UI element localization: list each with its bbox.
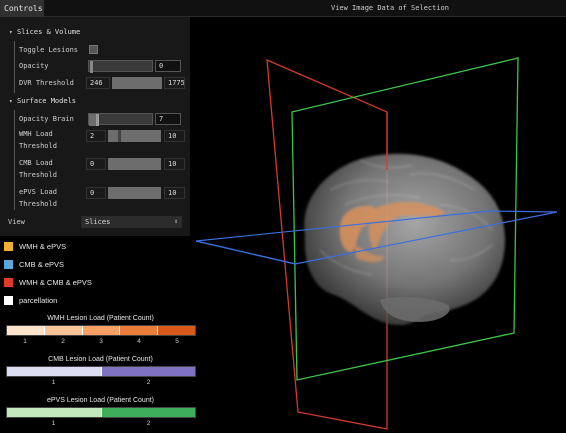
view-select-value: Slices [85, 218, 111, 226]
colorbar-segment [158, 326, 195, 335]
colorbar-segment [7, 367, 102, 376]
colorbar [6, 325, 196, 336]
colorbar-ticks: 1 2 3 4 5 [6, 338, 196, 346]
legend-label: parcellation [19, 296, 58, 305]
colorbar-segment [7, 408, 102, 417]
section-title: Slices & Volume [17, 28, 81, 36]
axial-plane-edge [195, 240, 297, 265]
view-image-data-button[interactable]: View Image Data of Selection [300, 0, 480, 17]
opacity-brain-value[interactable]: 7 [155, 113, 181, 125]
view-select[interactable]: Slices ⇕ [81, 216, 182, 228]
controls-tab[interactable]: Controls [0, 0, 44, 17]
colorbar-tick-label: 3 [99, 338, 103, 345]
collapse-triangle-icon[interactable]: ▾ [9, 98, 17, 105]
epvs-load-slider[interactable] [108, 187, 161, 199]
wmh-load-slider[interactable] [108, 130, 161, 142]
epvs-load-label: ePVS Load [19, 188, 57, 196]
dvr-threshold-min[interactable]: 246 [86, 77, 110, 89]
colorbar-tick-label: 4 [137, 338, 141, 345]
top-bar: Controls View Image Data of Selection [0, 0, 566, 17]
colorbar-tick-label: 1 [23, 338, 27, 345]
section-title: Surface Models [17, 97, 77, 105]
section-indent-line [14, 110, 15, 210]
brain-surface[interactable] [304, 153, 505, 326]
epvs-load-label-threshold: Threshold [19, 200, 57, 208]
legend-label: CMB & ePVS [19, 260, 65, 269]
view-label: View [8, 218, 25, 226]
cmb-load-min[interactable]: 0 [86, 158, 106, 170]
opacity-value[interactable]: 0 [155, 60, 181, 72]
cmb-load-label-threshold: Threshold [19, 171, 57, 179]
colorbar-tick-label: 2 [61, 338, 65, 345]
colorbar-segment [101, 367, 195, 376]
colorbar-title: WMH Lesion Load (Patient Count) [47, 315, 154, 322]
colorbar-ticks: 12 [6, 420, 196, 428]
opacity-brain-slider-handle[interactable] [96, 114, 99, 126]
legend-label: WMH & CMB & ePVS [19, 278, 92, 287]
legend-label: WMH & ePVS [19, 242, 67, 251]
toggle-lesions-label: Toggle Lesions [19, 46, 79, 54]
wmh-load-label-threshold: Threshold [19, 142, 57, 150]
controls-panel: ▾ Slices & Volume Toggle Lesions Opacity … [0, 17, 190, 236]
epvs-load-fill [108, 187, 161, 199]
colorbar-segment [82, 326, 121, 335]
legend-swatch [4, 242, 13, 251]
wmh-load-fill [108, 130, 161, 142]
colorbar-tick-label: 5 [175, 338, 179, 345]
dvr-threshold-label: DVR Threshold [19, 79, 74, 87]
toggle-lesions-checkbox[interactable] [89, 45, 98, 54]
dvr-threshold-fill [112, 77, 162, 89]
section-indent-line [14, 41, 15, 93]
section-surface-models[interactable]: ▾ Surface Models [9, 97, 76, 105]
colorbar [6, 366, 196, 377]
cmb-load-slider[interactable] [108, 158, 161, 170]
collapse-triangle-icon[interactable]: ▾ [9, 29, 17, 36]
colorbar-tick-label: 1 [51, 379, 56, 386]
cmb-load-label: CMB Load [19, 159, 53, 167]
wmh-load-max[interactable]: 10 [164, 130, 185, 142]
colorbar-tick-label: 1 [51, 420, 56, 427]
colorbar [6, 407, 196, 418]
opacity-slider-handle[interactable] [90, 61, 93, 73]
wmh-load-handle[interactable] [118, 130, 121, 142]
legend-swatch [4, 260, 13, 269]
legend-swatch [4, 296, 13, 305]
section-slices-volume[interactable]: ▾ Slices & Volume [9, 28, 80, 36]
epvs-load-max[interactable]: 10 [164, 187, 185, 199]
opacity-slider[interactable] [88, 60, 153, 73]
cmb-load-max[interactable]: 10 [164, 158, 185, 170]
colorbar-segment [120, 326, 159, 335]
epvs-load-min[interactable]: 0 [86, 187, 106, 199]
colorbar-title: CMB Lesion Load (Patient Count) [48, 356, 153, 363]
select-arrows-icon: ⇕ [174, 218, 178, 225]
opacity-brain-fill [89, 114, 96, 126]
dvr-threshold-max[interactable]: 1775 [164, 77, 185, 89]
colorbar-ticks: 12 [6, 379, 196, 387]
colorbar-tick-label: 2 [146, 420, 151, 427]
opacity-brain-label: Opacity Brain [19, 115, 74, 123]
legend-swatch [4, 278, 13, 287]
colorbar-title: ePVS Lesion Load (Patient Count) [46, 397, 154, 404]
opacity-label: Opacity [19, 62, 49, 70]
wmh-load-label: WMH Load [19, 130, 53, 138]
dvr-threshold-slider[interactable] [112, 77, 162, 89]
colorbar-tick-label: 2 [146, 379, 151, 386]
colorbar-segment [7, 326, 45, 335]
opacity-brain-slider[interactable] [88, 113, 153, 126]
colorbar-segment [44, 326, 83, 335]
colorbar-segment [101, 408, 195, 417]
wmh-load-min[interactable]: 2 [86, 130, 106, 142]
cmb-load-fill [108, 158, 161, 170]
